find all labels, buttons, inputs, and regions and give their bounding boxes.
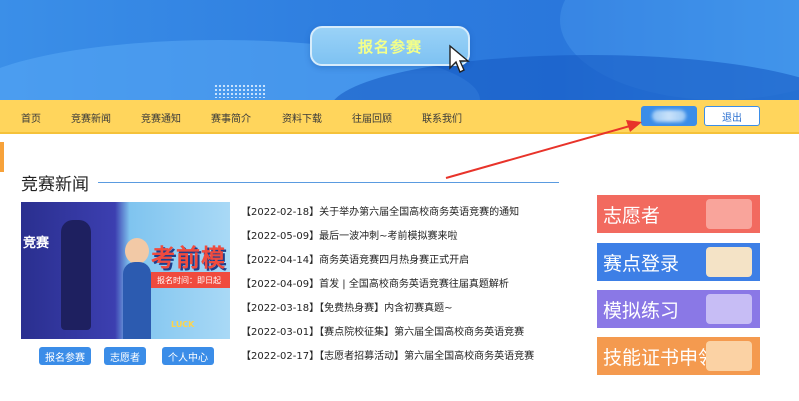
news-item[interactable]: 【2022-03-01】【赛点院校征集】第六届全国高校商务英语竞赛: [241, 323, 524, 338]
logout-button[interactable]: 退出: [704, 106, 760, 126]
signup-small-button[interactable]: 报名参赛: [39, 347, 91, 365]
nav-item-about[interactable]: 赛事简介: [211, 110, 251, 125]
header-banner: 报名参赛: [0, 0, 799, 100]
news-item[interactable]: 【2022-02-17】【志愿者招募活动】第六届全国高校商务英语竞赛: [241, 347, 534, 362]
news-item[interactable]: 【2022-04-09】首发 | 全国高校商务英语竞赛往届真题解析: [241, 275, 509, 290]
book-icon: [706, 294, 752, 324]
left-accent-bar: [0, 142, 4, 172]
promo-left-text: 竞赛: [23, 236, 50, 251]
nav-item-news[interactable]: 竞赛新闻: [71, 110, 111, 125]
nav-item-notices[interactable]: 竞赛通知: [141, 110, 181, 125]
login-icon: [706, 247, 752, 277]
tile-label: 模拟练习: [603, 300, 680, 322]
tile-label: 志愿者: [603, 205, 661, 227]
tile-label: 赛点登录: [603, 253, 680, 275]
nav-item-review[interactable]: 往届回顾: [352, 110, 392, 125]
tile-volunteer[interactable]: 志愿者: [597, 195, 760, 233]
mouse-cursor-icon: [449, 44, 470, 73]
news-item[interactable]: 【2022-04-14】商务英语竞赛四月热身赛正式开启: [241, 251, 469, 266]
nav-item-downloads[interactable]: 资料下载: [282, 110, 322, 125]
section-title: 竞赛新闻: [21, 175, 89, 195]
volunteer-icon: [706, 199, 752, 229]
news-item[interactable]: 【2022-03-18】【免费热身赛】内含初赛真题~: [241, 299, 453, 314]
promo-banner-image[interactable]: 竞赛 考前模 报名时间：即日起 LUCK: [21, 202, 230, 339]
student-figure-head: [125, 238, 149, 264]
news-item[interactable]: 【2022-05-09】最后一波冲刺~考前模拟赛来啦: [241, 227, 458, 242]
nav-item-home[interactable]: 首页: [21, 110, 41, 125]
personal-center-button[interactable]: 个人中心: [162, 347, 214, 365]
tile-venue-login[interactable]: 赛点登录: [597, 243, 760, 281]
banner-dots: [214, 84, 266, 98]
blurred-username: [652, 110, 686, 122]
promo-headline: 考前模: [151, 244, 226, 272]
nav-item-contact[interactable]: 联系我们: [422, 110, 462, 125]
promo-tag: 报名时间：即日起: [151, 272, 230, 288]
page: 报名参赛 首页 竞赛新闻 竞赛通知 赛事简介 资料下载 往届回顾 联系我们 退出…: [0, 0, 799, 401]
tile-mock-practice[interactable]: 模拟练习: [597, 290, 760, 328]
tile-certificate[interactable]: 技能证书申领: [597, 337, 760, 375]
student-figure: [123, 262, 151, 339]
section-divider: [98, 182, 559, 183]
signup-button[interactable]: 报名参赛: [310, 26, 470, 66]
volunteer-small-button[interactable]: 志愿者: [104, 347, 146, 365]
promo-luck: LUCK: [171, 320, 195, 329]
news-item[interactable]: 【2022-02-18】关于举办第六届全国高校商务英语竞赛的通知: [241, 203, 519, 218]
tile-label: 技能证书申领: [603, 347, 718, 369]
runner-figure: [61, 220, 91, 330]
certificate-icon: [706, 341, 752, 371]
